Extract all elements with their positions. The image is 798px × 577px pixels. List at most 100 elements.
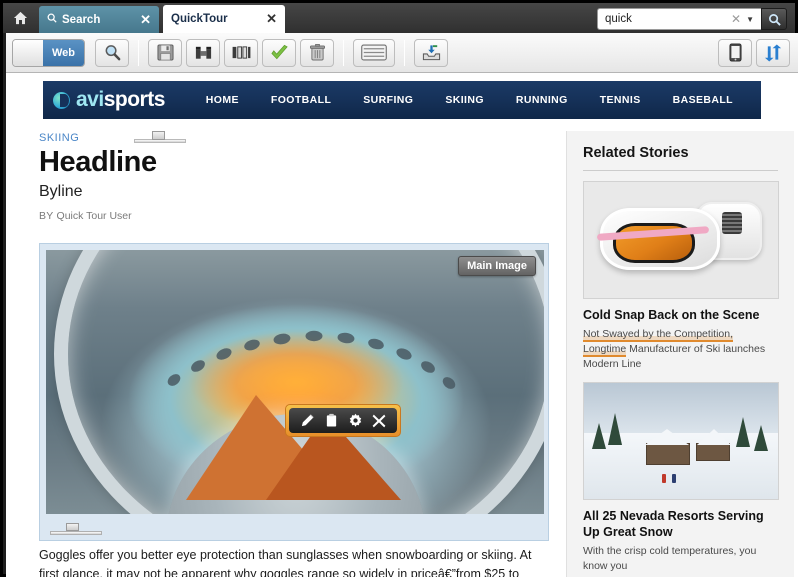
story-headline[interactable]: All 25 Nevada Resorts Serving Up Great S… bbox=[583, 508, 778, 541]
ski-goggles-photo[interactable] bbox=[583, 181, 779, 299]
mode-toggle-off[interactable] bbox=[13, 39, 43, 66]
tab-close-icon[interactable]: ✕ bbox=[126, 12, 151, 28]
nav-item-home[interactable]: HOME bbox=[190, 94, 255, 106]
inline-edit-handle[interactable] bbox=[134, 131, 187, 145]
site-navigation: HOME FOOTBALL SURFING SKIING RUNNING TEN… bbox=[190, 94, 761, 106]
trash-icon bbox=[309, 44, 325, 61]
list-view-button[interactable] bbox=[353, 38, 396, 67]
related-stories-panel: Related Stories Cold Snap Back on the Sc… bbox=[566, 131, 794, 577]
article-kicker[interactable]: SKIING bbox=[39, 132, 79, 144]
settings-gear-icon[interactable] bbox=[343, 411, 367, 430]
preview-button[interactable] bbox=[95, 38, 130, 67]
page-preview: avi sports HOME FOOTBALL SURFING SKIING R… bbox=[6, 73, 798, 577]
swirl-logo-icon bbox=[53, 91, 70, 109]
image-context-toolbar-inner bbox=[289, 408, 397, 433]
nav-item-tennis[interactable]: TENNIS bbox=[584, 94, 657, 106]
tree bbox=[736, 416, 750, 447]
nav-item-skiing[interactable]: SKIING bbox=[429, 94, 500, 106]
list-icon bbox=[361, 44, 387, 61]
page-title: Headline bbox=[39, 146, 157, 178]
floppy-disk-icon bbox=[157, 44, 174, 61]
story-headline[interactable]: Cold Snap Back on the Scene bbox=[583, 307, 778, 323]
search-input[interactable]: quick ✕ ▼ bbox=[597, 8, 761, 30]
article-byline: Byline bbox=[39, 183, 83, 200]
main-image-block[interactable]: Main Image bbox=[39, 243, 549, 541]
nav-item-baseball[interactable]: BASEBALL bbox=[657, 94, 749, 106]
nav-item-surfing[interactable]: SURFING bbox=[347, 94, 429, 106]
story-description: With the crisp cold temperatures, you kn… bbox=[583, 544, 778, 574]
tree bbox=[592, 422, 606, 449]
author-name: Quick Tour User bbox=[56, 210, 132, 222]
house bbox=[696, 442, 730, 461]
main-image-badge: Main Image bbox=[458, 256, 536, 276]
mobile-preview-button[interactable] bbox=[718, 38, 752, 67]
article-body: Goggles offer you better eye protection … bbox=[39, 548, 532, 577]
application-window: Search ✕ QuickTour ✕ quick ✕ ▼ Web avi s… bbox=[0, 0, 798, 577]
house bbox=[646, 442, 690, 465]
person bbox=[662, 473, 666, 483]
search-icon bbox=[47, 13, 57, 26]
publish-inbox-icon bbox=[422, 44, 440, 60]
sync-arrows-icon bbox=[764, 43, 781, 62]
tree bbox=[754, 424, 768, 451]
mobile-device-icon bbox=[728, 43, 742, 62]
save-button[interactable] bbox=[148, 38, 183, 67]
article-header: SKIING Headline Byline BY Quick Tour Use… bbox=[39, 131, 549, 222]
person bbox=[672, 473, 676, 483]
site-header: avi sports HOME FOOTBALL SURFING SKIING R… bbox=[43, 81, 761, 119]
binoculars-icon bbox=[195, 46, 211, 59]
goggle-clip bbox=[722, 212, 742, 234]
find-button[interactable] bbox=[186, 38, 221, 67]
nav-item-running[interactable]: RUNNING bbox=[500, 94, 584, 106]
site-logo[interactable]: avi sports bbox=[43, 88, 165, 112]
mode-toggle[interactable]: Web bbox=[12, 38, 86, 67]
tab-close-icon[interactable]: ✕ bbox=[252, 11, 277, 27]
search-input-value: quick bbox=[605, 13, 632, 25]
search-submit-button[interactable] bbox=[761, 8, 787, 30]
roof bbox=[645, 428, 689, 445]
roof bbox=[697, 428, 731, 445]
logo-text-part2: sports bbox=[103, 88, 166, 111]
kicker-row: SKIING bbox=[39, 131, 549, 145]
window-frame: Search ✕ QuickTour ✕ quick ✕ ▼ Web avi s… bbox=[0, 0, 798, 577]
main-toolbar: Web bbox=[6, 33, 798, 73]
image-context-toolbar bbox=[285, 404, 401, 437]
story-description: Not Swayed by the Competition, Longtime … bbox=[583, 327, 778, 372]
search-icon bbox=[768, 13, 781, 26]
columns-icon bbox=[232, 46, 250, 59]
home-icon[interactable] bbox=[5, 5, 35, 31]
tab-label: Search bbox=[62, 13, 101, 26]
edit-icon[interactable] bbox=[295, 411, 319, 430]
delete-button[interactable] bbox=[300, 38, 335, 67]
publish-button[interactable] bbox=[414, 38, 449, 67]
remove-icon[interactable] bbox=[367, 411, 391, 430]
author-prefix: BY bbox=[39, 210, 54, 222]
list-item[interactable]: All 25 Nevada Resorts Serving Up Great S… bbox=[583, 381, 779, 574]
related-stories-title: Related Stories bbox=[583, 145, 778, 171]
story-description-rest: With the crisp cold temperatures, you kn… bbox=[583, 545, 757, 573]
mode-toggle-web[interactable]: Web bbox=[43, 39, 85, 66]
article-author: BY Quick Tour User bbox=[39, 210, 549, 222]
tab-strip: Search ✕ QuickTour ✕ quick ✕ ▼ bbox=[3, 3, 795, 33]
handle-nub bbox=[66, 523, 79, 531]
magnifier-icon bbox=[105, 45, 120, 61]
list-item[interactable]: Cold Snap Back on the Scene Not Swayed b… bbox=[583, 181, 779, 372]
tab-label: QuickTour bbox=[171, 13, 228, 25]
copy-icon[interactable] bbox=[319, 411, 343, 430]
image-resize-handle[interactable] bbox=[50, 523, 102, 536]
nav-item-football[interactable]: FOOTBALL bbox=[255, 94, 347, 106]
toolbar-separator bbox=[404, 39, 406, 66]
snowy-village-photo[interactable] bbox=[583, 381, 779, 500]
tab-quicktour[interactable]: QuickTour ✕ bbox=[163, 5, 285, 33]
layout-button[interactable] bbox=[224, 38, 259, 67]
clear-icon[interactable]: ✕ bbox=[726, 12, 746, 26]
toolbar-separator bbox=[343, 39, 345, 66]
main-image[interactable]: Main Image bbox=[46, 250, 544, 514]
refresh-button[interactable] bbox=[756, 38, 790, 67]
tree bbox=[608, 412, 622, 445]
toolbar-separator bbox=[138, 39, 140, 66]
tab-search[interactable]: Search ✕ bbox=[39, 6, 159, 33]
checkmark-icon bbox=[270, 44, 288, 59]
approve-button[interactable] bbox=[262, 38, 297, 67]
chevron-down-icon[interactable]: ▼ bbox=[746, 15, 757, 24]
